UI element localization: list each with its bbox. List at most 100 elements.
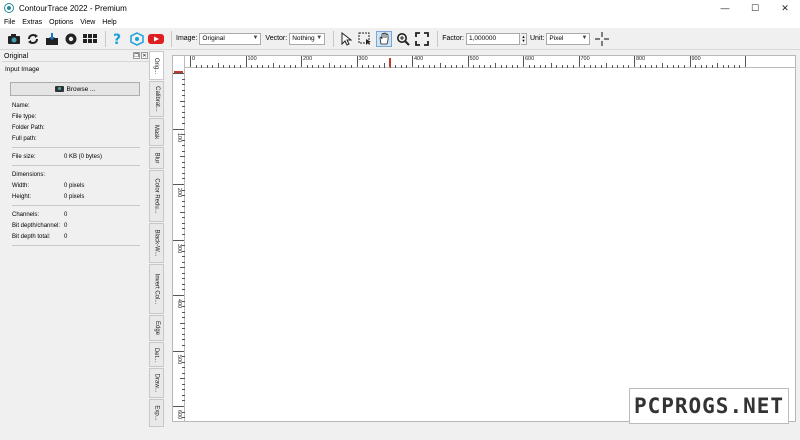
ruler-tick bbox=[434, 65, 436, 68]
factor-label: Factor: bbox=[442, 35, 464, 42]
ruler-tick bbox=[180, 322, 185, 324]
youtube-button[interactable] bbox=[148, 31, 164, 47]
menu-view[interactable]: View bbox=[80, 19, 95, 26]
ruler-tick bbox=[584, 65, 586, 68]
divider bbox=[12, 147, 140, 148]
vector-select[interactable]: Nothing ▼ bbox=[289, 32, 326, 45]
toolbar-separator bbox=[171, 30, 172, 47]
pan-tool-button[interactable] bbox=[376, 30, 393, 47]
title-bar: ContourTrace 2022 - Premium — ☐ ✕ bbox=[0, 0, 800, 16]
ruler-tick bbox=[182, 134, 185, 136]
menu-help[interactable]: Help bbox=[102, 19, 116, 26]
menu-file[interactable]: File bbox=[4, 19, 15, 26]
ruler-tick bbox=[350, 65, 352, 68]
float-panel-button[interactable]: ❐ bbox=[133, 52, 140, 59]
ruler-tick bbox=[323, 65, 325, 68]
ruler-tick bbox=[182, 161, 185, 163]
factor-input[interactable]: 1,000000 bbox=[466, 32, 520, 45]
tab-calibrate[interactable]: Calibrat... bbox=[149, 81, 164, 117]
menu-options[interactable]: Options bbox=[49, 19, 73, 26]
grid-view-button[interactable] bbox=[82, 31, 98, 47]
tab-edge[interactable]: Edge bbox=[149, 315, 164, 341]
open-image-button[interactable] bbox=[6, 31, 22, 47]
ruler-tick bbox=[556, 65, 558, 68]
panel-title: Original bbox=[4, 52, 29, 60]
ruler-tick bbox=[182, 139, 185, 141]
ruler-tick bbox=[182, 372, 185, 374]
ruler-tick bbox=[306, 65, 308, 68]
marquee-tool-button[interactable] bbox=[357, 31, 373, 47]
settings-button[interactable] bbox=[63, 31, 79, 47]
tab-mask[interactable]: Mask bbox=[149, 118, 164, 146]
zoom-tool-button[interactable] bbox=[395, 31, 411, 47]
minimize-button[interactable]: — bbox=[710, 0, 740, 16]
maximize-button[interactable]: ☐ bbox=[740, 0, 770, 16]
chevron-down-icon: ▼ bbox=[252, 34, 259, 41]
ruler-tick bbox=[506, 65, 508, 68]
ruler-tick bbox=[182, 361, 185, 363]
tab-color-reduction[interactable]: Color Redu... bbox=[149, 170, 164, 222]
ruler-tick bbox=[695, 65, 697, 68]
ruler-label: 200 bbox=[176, 188, 182, 198]
image-select[interactable]: Original ▼ bbox=[199, 32, 262, 45]
close-button[interactable]: ✕ bbox=[770, 0, 800, 16]
crosshair-button[interactable] bbox=[594, 31, 610, 47]
ruler-tick bbox=[182, 311, 185, 313]
ruler-tick bbox=[182, 228, 185, 230]
import-button[interactable] bbox=[44, 31, 60, 47]
ruler-tick bbox=[180, 100, 185, 102]
tab-blur[interactable]: Blur bbox=[149, 147, 164, 169]
ruler-label: 600 bbox=[525, 56, 535, 62]
ruler-tick bbox=[728, 65, 730, 68]
unit-select[interactable]: Pixel ▼ bbox=[546, 32, 591, 45]
help-button[interactable]: ? bbox=[110, 31, 126, 47]
ruler-tick bbox=[417, 65, 419, 68]
ruler-tick bbox=[182, 178, 185, 180]
ruler-label: 600 bbox=[176, 410, 182, 420]
tab-black-white[interactable]: Black-W... bbox=[149, 223, 164, 263]
toolbar-separator bbox=[105, 30, 106, 47]
refresh-button[interactable] bbox=[25, 31, 41, 47]
divider bbox=[12, 205, 140, 206]
ruler-tick bbox=[180, 267, 185, 269]
ruler-tick bbox=[182, 328, 185, 330]
info-button[interactable] bbox=[129, 31, 145, 47]
ruler-tick bbox=[182, 333, 185, 335]
browse-button[interactable]: Browse ... bbox=[10, 82, 140, 96]
ruler-tick bbox=[500, 65, 502, 68]
ruler-tick bbox=[182, 261, 185, 263]
ruler-tick bbox=[182, 306, 185, 308]
tab-detect[interactable]: Det... bbox=[149, 342, 164, 367]
info-row-height: Height: 0 pixels bbox=[12, 193, 85, 200]
tab-export[interactable]: Exp... bbox=[149, 399, 164, 427]
ruler-label: 900 bbox=[691, 56, 701, 62]
tab-original[interactable]: Orig... bbox=[149, 51, 164, 80]
ruler-tick bbox=[689, 56, 691, 67]
tab-invert-colors[interactable]: Invert Col... bbox=[149, 264, 164, 314]
horizontal-ruler: 0 100 200 300 400 500 600 700 800 900 bbox=[173, 56, 795, 68]
ruler-tick bbox=[661, 63, 663, 68]
ruler-tick bbox=[295, 65, 297, 68]
image-select-value: Original bbox=[202, 35, 225, 42]
factor-stepper[interactable]: ▲ ▼ bbox=[521, 32, 527, 45]
tab-draw[interactable]: Draw... bbox=[149, 368, 164, 398]
camera-icon bbox=[54, 86, 64, 92]
fit-to-window-button[interactable] bbox=[414, 31, 430, 47]
ruler-tick bbox=[423, 65, 425, 68]
original-panel: Original ❐ ✕ Input Image Browse ... Name… bbox=[2, 51, 149, 246]
ruler-label: 400 bbox=[176, 299, 182, 309]
ruler-tick bbox=[572, 65, 574, 68]
ruler-tick bbox=[595, 65, 597, 68]
vertical-ruler: 100 200 300 400 500 600 bbox=[173, 56, 185, 421]
vertical-tab-strip: Orig... Calibrat... Mask Blur Color Redu… bbox=[149, 51, 164, 427]
ruler-tick bbox=[412, 56, 413, 67]
ruler-tick bbox=[733, 65, 735, 68]
question-icon: ? bbox=[113, 32, 121, 46]
menu-extras[interactable]: Extras bbox=[22, 19, 42, 26]
ruler-tick bbox=[182, 344, 185, 346]
select-tool-button[interactable] bbox=[338, 31, 354, 47]
ruler-tick bbox=[223, 65, 225, 68]
ruler-tick bbox=[182, 189, 185, 191]
close-panel-button[interactable]: ✕ bbox=[141, 52, 148, 59]
image-canvas[interactable]: 0 100 200 300 400 500 600 700 800 900 100 200 300 40… bbox=[172, 55, 796, 422]
